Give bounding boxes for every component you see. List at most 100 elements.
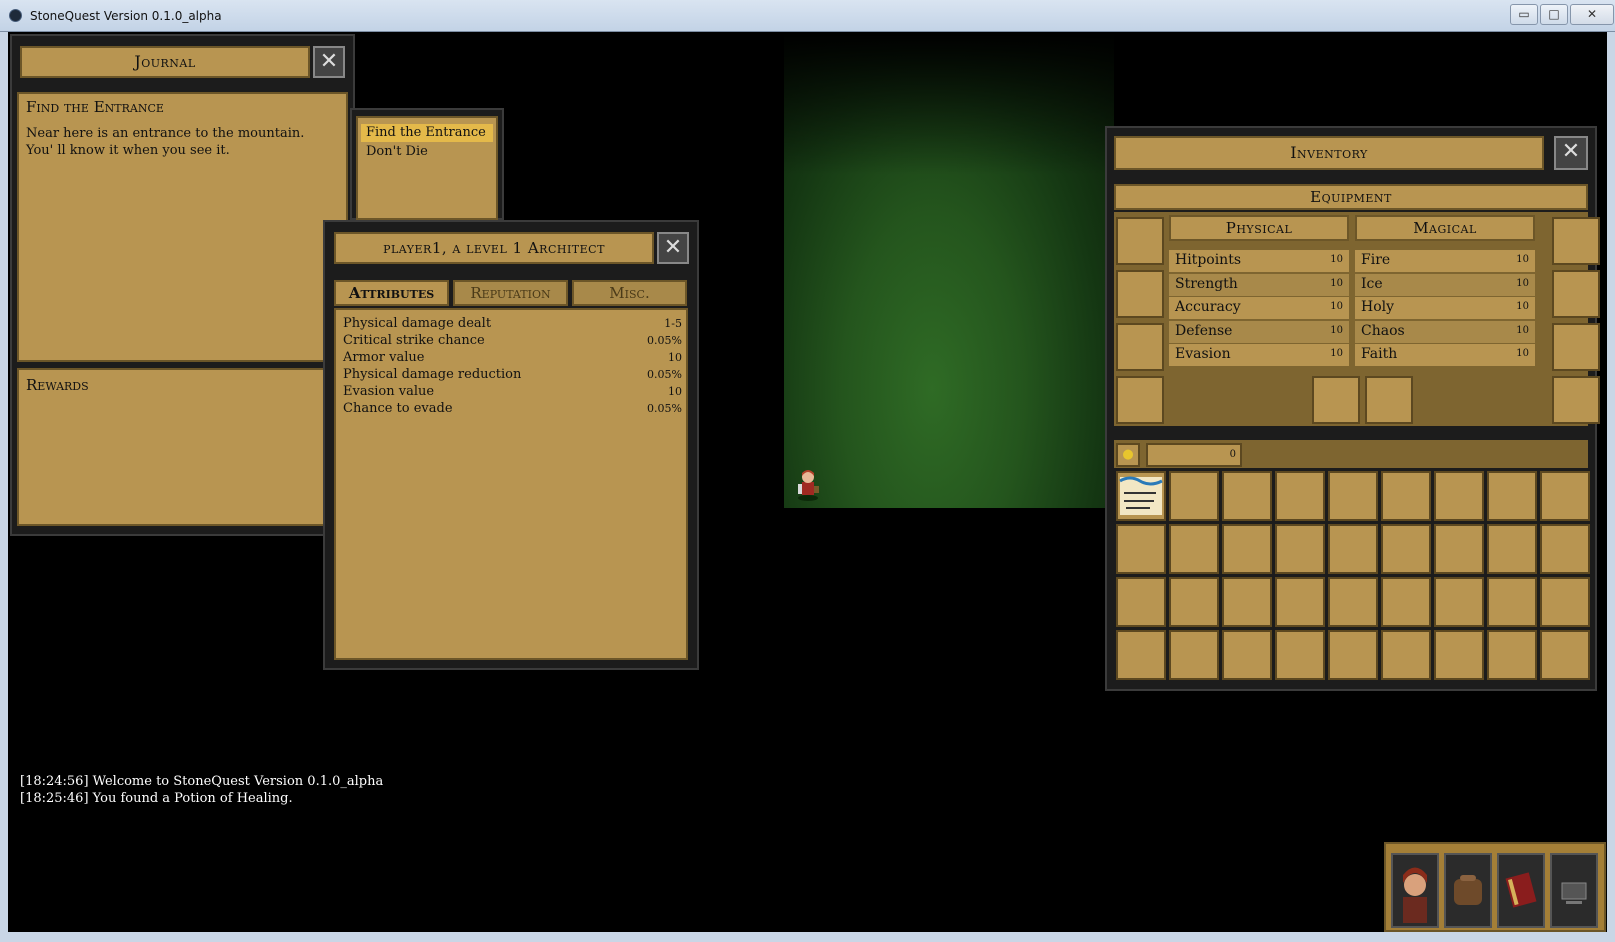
potion-of-healing-item[interactable]: [1116, 471, 1166, 521]
equipment-slot[interactable]: [1312, 376, 1360, 424]
stat-label: Faith: [1361, 346, 1398, 362]
inventory-slot[interactable]: [1116, 630, 1166, 680]
stat-value: 10: [1516, 348, 1529, 359]
inventory-slot[interactable]: [1487, 524, 1537, 574]
physical-header: Physical: [1169, 215, 1349, 241]
character-portrait-button[interactable]: [1391, 853, 1439, 928]
inventory-slot[interactable]: [1434, 524, 1484, 574]
inventory-slot[interactable]: [1487, 630, 1537, 680]
inventory-slot[interactable]: [1328, 577, 1378, 627]
tab-misc[interactable]: Misc.: [572, 280, 687, 306]
physical-stat-row: Hitpoints 10: [1169, 250, 1349, 272]
scroll-icon: [1119, 476, 1163, 515]
inventory-close-button[interactable]: ✕: [1554, 136, 1588, 170]
equipment-title: Equipment: [1114, 184, 1588, 210]
magical-stat-row: Faith 10: [1355, 344, 1535, 366]
inventory-slot[interactable]: [1487, 471, 1537, 521]
inventory-slot[interactable]: [1434, 577, 1484, 627]
inventory-slot[interactable]: [1381, 471, 1431, 521]
rewards-title: Rewards: [26, 376, 89, 394]
magical-stat-row: Ice 10: [1355, 273, 1535, 296]
inventory-slot[interactable]: [1487, 577, 1537, 627]
journal-book-button[interactable]: [1497, 853, 1545, 928]
equipment-slot[interactable]: [1552, 376, 1600, 424]
portrait-icon: [1393, 855, 1437, 926]
inventory-slot[interactable]: [1275, 577, 1325, 627]
inventory-bag-button[interactable]: [1444, 853, 1492, 928]
magical-stat-row: Fire 10: [1355, 250, 1535, 272]
close-window-button[interactable]: ✕: [1570, 4, 1614, 25]
inventory-slot[interactable]: [1169, 524, 1219, 574]
attribute-label: Armor value: [343, 350, 425, 365]
inventory-slot[interactable]: [1381, 630, 1431, 680]
tab-attributes[interactable]: Attributes: [334, 280, 449, 306]
game-map[interactable]: [784, 32, 1114, 508]
inventory-slot[interactable]: [1116, 577, 1166, 627]
character-close-button[interactable]: ✕: [657, 232, 689, 264]
system-menu-button[interactable]: [1550, 853, 1598, 928]
equipment-slot[interactable]: [1116, 270, 1164, 318]
stat-label: Chaos: [1361, 322, 1405, 339]
journal-close-button[interactable]: ✕: [313, 46, 345, 78]
inventory-slot[interactable]: [1169, 630, 1219, 680]
inventory-slot[interactable]: [1222, 577, 1272, 627]
stat-value: 10: [1330, 277, 1343, 289]
attribute-label: Physical damage reduction: [343, 367, 522, 382]
inventory-slot[interactable]: [1434, 471, 1484, 521]
stat-label: Strength: [1175, 275, 1238, 292]
magical-stat-row: Chaos 10: [1355, 320, 1535, 343]
inventory-slot[interactable]: [1540, 577, 1590, 627]
quest-title: Find the Entrance: [26, 98, 164, 116]
window-frame-left: [0, 32, 8, 932]
equipment-slot[interactable]: [1365, 376, 1413, 424]
equipment-slot[interactable]: [1552, 323, 1600, 371]
attribute-label: Evasion value: [343, 384, 435, 399]
minimize-button[interactable]: ▭: [1510, 4, 1538, 25]
inventory-slot[interactable]: [1540, 630, 1590, 680]
inventory-slot[interactable]: [1540, 471, 1590, 521]
equipment-slot[interactable]: [1116, 376, 1164, 424]
tab-reputation[interactable]: Reputation: [453, 280, 568, 306]
quest-list-item[interactable]: Find the Entrance: [361, 124, 493, 142]
attribute-value: 10: [668, 385, 682, 398]
inventory-slot[interactable]: [1381, 524, 1431, 574]
computer-icon: [1552, 855, 1596, 926]
inventory-slot[interactable]: [1222, 524, 1272, 574]
inventory-slot[interactable]: [1328, 524, 1378, 574]
inventory-slot[interactable]: [1328, 471, 1378, 521]
inventory-slot[interactable]: [1540, 524, 1590, 574]
equipment-slot[interactable]: [1552, 217, 1600, 265]
physical-stat-row: Accuracy 10: [1169, 297, 1349, 319]
inventory-slot[interactable]: [1222, 630, 1272, 680]
inventory-slot[interactable]: [1222, 471, 1272, 521]
window-titlebar: StoneQuest Version 0.1.0_alpha ▭ □ ✕: [0, 0, 1615, 32]
player-sprite[interactable]: [794, 468, 822, 502]
maximize-button[interactable]: □: [1540, 4, 1568, 25]
quest-list-item[interactable]: Don't Die: [366, 144, 428, 159]
equipment-slot[interactable]: [1116, 323, 1164, 371]
inventory-slot[interactable]: [1169, 471, 1219, 521]
equipment-slot[interactable]: [1552, 270, 1600, 318]
stat-value: 10: [1516, 324, 1529, 336]
stat-value: 10: [1330, 324, 1343, 336]
attribute-value: 10: [668, 351, 682, 364]
inventory-slot[interactable]: [1275, 524, 1325, 574]
stat-label: Holy: [1361, 299, 1395, 315]
character-title: player1, a level 1 Architect: [334, 232, 654, 264]
inventory-slot[interactable]: [1116, 524, 1166, 574]
attribute-label: Critical strike chance: [343, 333, 485, 348]
gold-amount: 0: [1146, 443, 1242, 467]
stat-value: 10: [1516, 254, 1529, 265]
app-icon: [9, 9, 22, 22]
gold-coin-icon: ●: [1116, 443, 1140, 467]
physical-stat-row: Evasion 10: [1169, 344, 1349, 366]
inventory-slot[interactable]: [1381, 577, 1431, 627]
inventory-slot[interactable]: [1434, 630, 1484, 680]
attribute-value: 1-5: [664, 317, 682, 330]
equipment-slot[interactable]: [1116, 217, 1164, 265]
inventory-slot[interactable]: [1169, 577, 1219, 627]
inventory-slot[interactable]: [1275, 471, 1325, 521]
inventory-slot[interactable]: [1328, 630, 1378, 680]
inventory-slot[interactable]: [1275, 630, 1325, 680]
stat-label: Hitpoints: [1175, 252, 1242, 268]
